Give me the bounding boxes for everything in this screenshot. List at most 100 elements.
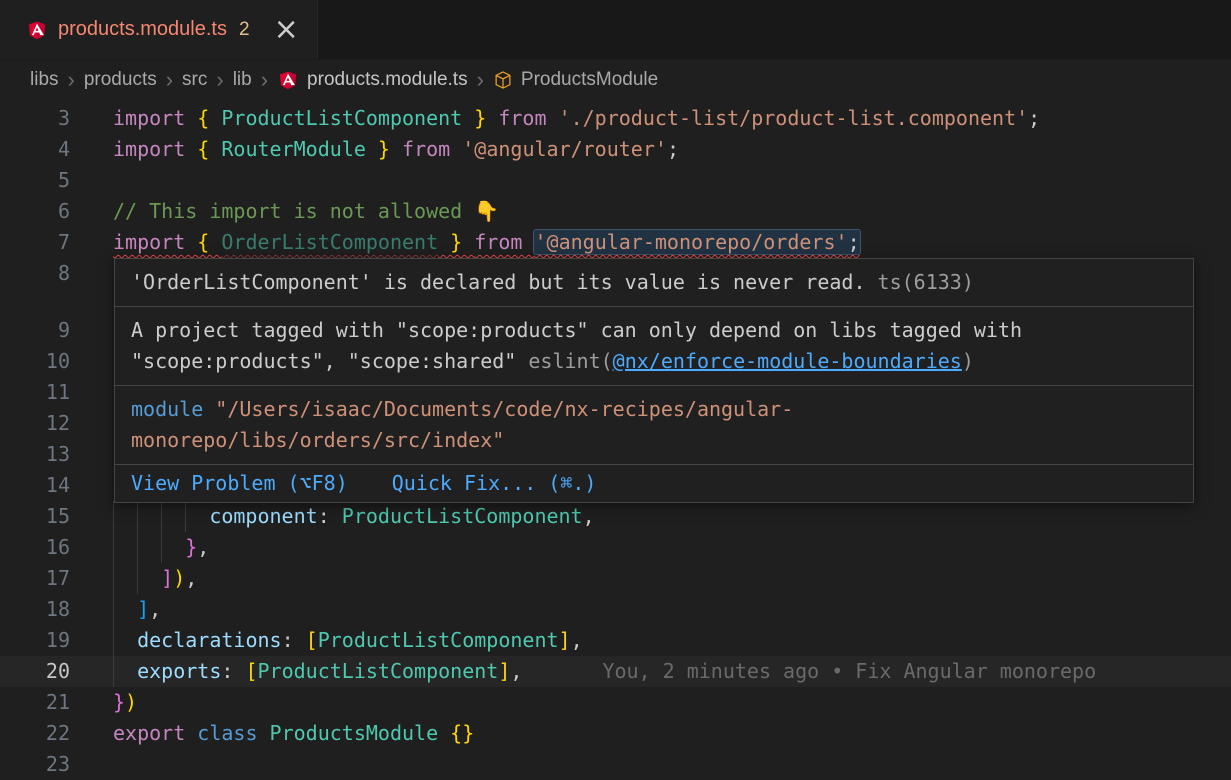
editor-pane: 3import { ProductListComponent } from '.… [0,100,1231,780]
line-number[interactable]: 13 [0,439,70,470]
line-number[interactable]: 5 [0,165,70,196]
token-prop: component [209,504,317,528]
code-line-18[interactable]: 18], [0,594,1231,625]
quick-fix-action[interactable]: Quick Fix... (⌘.) [392,468,597,499]
editor-tab-bar: products.module.ts 2 × [0,0,1231,60]
breadcrumb-label: products.module.ts [307,69,468,91]
token-b1: {} [450,721,474,745]
token-kw: from [390,137,462,161]
code-line-3[interactable]: 3import { ProductListComponent } from '.… [0,103,1231,134]
token-pun: ; [848,230,860,254]
token-b1: ] [559,628,571,652]
hover-text: eslint( [528,349,612,373]
code-line-21[interactable]: 21}) [0,687,1231,718]
git-blame-annotation: You, 2 minutes ago • Fix Angular monorep… [602,659,1096,683]
line-number[interactable]: 20 [0,656,70,687]
line-number[interactable]: 14 [0,470,70,501]
token-pun: : [282,628,306,652]
token-pun: ; [1028,106,1040,130]
token-b1: [ [306,628,318,652]
token-b1: ) [125,690,137,714]
code-text: export class ProductsModule {} [113,718,1231,749]
breadcrumb-item-products[interactable]: products [84,69,157,91]
token-b1: { [197,106,221,130]
breadcrumb-separator: › [59,69,84,91]
token-pun: , [571,628,583,652]
hover-sections: 'OrderListComponent' is declared but its… [115,259,1193,464]
token-b1: } [366,137,390,161]
breadcrumb-item-lib[interactable]: lib [233,69,252,91]
code-line-5[interactable]: 5 [0,165,1231,196]
code-text: }) [113,687,1231,718]
token-pun: , [185,566,197,590]
hover-text: ts(6133) [866,270,974,294]
breadcrumb-item-products-module-ts[interactable]: products.module.ts [277,69,468,91]
line-number[interactable]: 10 [0,346,70,377]
token-b1: [ [245,659,257,683]
breadcrumb-label: libs [30,69,59,91]
eslint-rule-link[interactable]: @nx/enforce-module-boundaries [613,349,962,373]
breadcrumb-label: ProductsModule [521,69,658,91]
token-kw: import [113,230,197,254]
code-text: component: ProductListComponent, [113,501,1231,532]
line-number[interactable]: 11 [0,377,70,408]
line-number[interactable]: 8 [0,258,70,289]
line-number[interactable]: 23 [0,749,70,780]
code-line-7[interactable]: 7import { OrderListComponent } from '@an… [0,227,1231,258]
angular-icon [277,69,299,91]
line-number[interactable]: 9 [0,315,70,346]
line-number[interactable]: 21 [0,687,70,718]
code-line-17[interactable]: 17]), [0,563,1231,594]
token-b1: { [197,137,221,161]
angular-icon [26,19,48,41]
breadcrumb-item-productsmodule[interactable]: ProductsModule [493,69,658,91]
token-kw: export [113,721,197,745]
line-number[interactable]: 22 [0,718,70,749]
code-line-6[interactable]: 6// This import is not allowed 👇 [0,196,1231,227]
code-line-20[interactable]: 20 exports: [ProductListComponent],You, 2… [0,656,1231,687]
line-number[interactable]: 6 [0,196,70,227]
token-pun: ; [667,137,679,161]
line-number[interactable]: 12 [0,408,70,439]
code-text [113,749,1231,780]
hover-diagnostic-message: A project tagged with "scope:products" c… [115,306,1193,385]
code-line-23[interactable]: 23 [0,749,1231,780]
tab-problem-count-badge: 2 [239,19,250,41]
line-number[interactable]: 7 [0,227,70,258]
line-number[interactable]: 15 [0,501,70,532]
symbol-class-icon [493,70,513,90]
view-problem-action[interactable]: View Problem (⌥F8) [131,468,348,499]
indent-guide [185,501,209,532]
code-line-16[interactable]: 16}, [0,532,1231,563]
line-number[interactable]: 19 [0,625,70,656]
close-tab-icon[interactable]: × [274,15,299,45]
token-str: '@angular-monorepo/orders' [534,230,847,254]
indent-guide [137,501,161,532]
code-text [113,165,1231,196]
line-number[interactable]: 3 [0,103,70,134]
vscode-window: products.module.ts 2 × libs›products›src… [0,0,1231,780]
indent-guide [113,501,137,532]
token-cls: RouterModule [221,137,366,161]
code-line-4[interactable]: 4import { RouterModule } from '@angular/… [0,134,1231,165]
breadcrumb-label: src [182,69,207,91]
code-line-19[interactable]: 19declarations: [ProductListComponent], [0,625,1231,656]
breadcrumb-item-libs[interactable]: libs [30,69,59,91]
hover-text: 'OrderListComponent' is declared but its… [131,270,866,294]
line-number[interactable]: 16 [0,532,70,563]
indent-guide [113,625,137,656]
breadcrumb-item-src[interactable]: src [182,69,207,91]
code-line-22[interactable]: 22 export class ProductsModule {} [0,718,1231,749]
code-text: exports: [ProductListComponent],You, 2 m… [113,656,1231,687]
line-number[interactable]: 4 [0,134,70,165]
line-number[interactable]: 17 [0,563,70,594]
token-kw: from [486,106,558,130]
editor-tab-products-module[interactable]: products.module.ts 2 × [0,0,318,59]
hover-diagnostic-message: 'OrderListComponent' is declared but its… [115,259,1193,306]
hover-highlight-range: '@angular-monorepo/orders'; [534,230,859,254]
code-text: ], [113,594,1231,625]
code-line-15[interactable]: 15 component: ProductListComponent, [0,501,1231,532]
line-number[interactable]: 18 [0,594,70,625]
token-cls: ProductListComponent [318,628,559,652]
hover-text: module [131,397,215,421]
